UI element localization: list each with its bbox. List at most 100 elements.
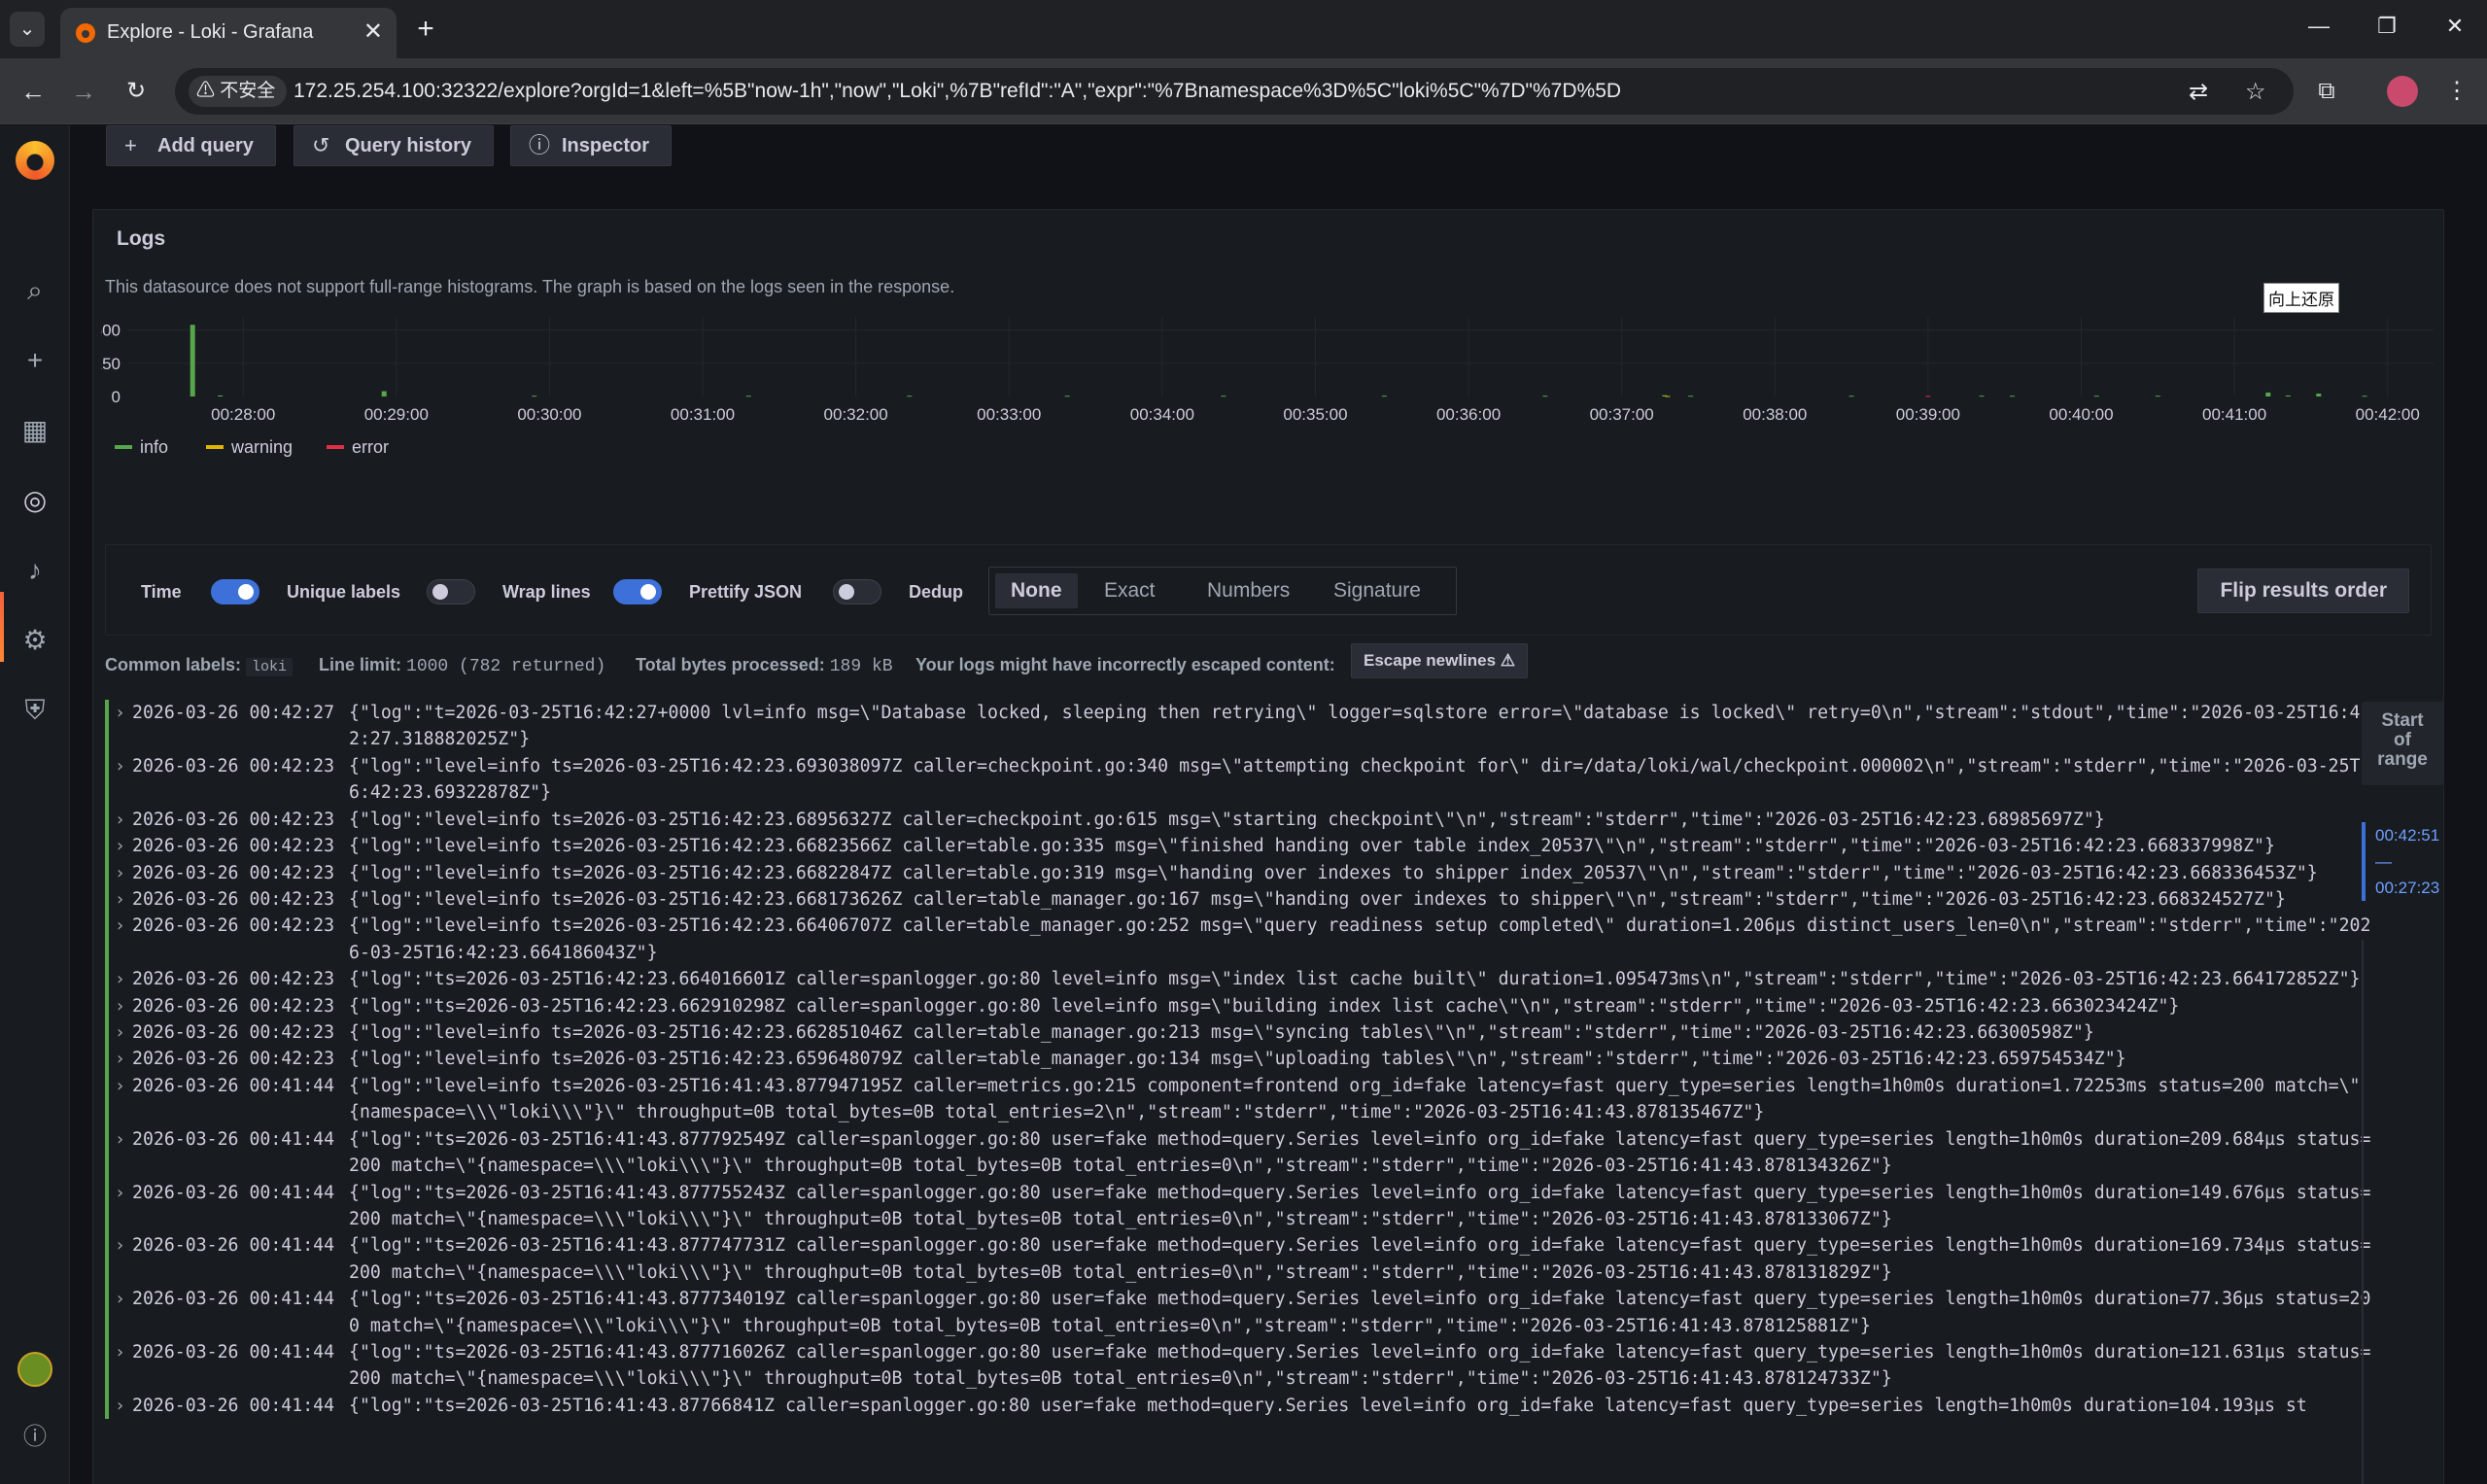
dedup-none[interactable]: None: [995, 573, 1078, 608]
histogram-bar-info: [2010, 396, 2016, 397]
user-avatar[interactable]: [17, 1352, 52, 1387]
histogram-bar-info: [2155, 396, 2160, 397]
expand-chevron-icon[interactable]: ›: [115, 1019, 125, 1046]
search-icon[interactable]: ⌕: [16, 271, 54, 310]
log-row[interactable]: › 2026-03-26 00:42:23 {"log":"level=info t…: [105, 1019, 2379, 1047]
expand-chevron-icon[interactable]: ›: [115, 700, 125, 726]
reload-button[interactable]: ↻: [119, 74, 154, 109]
grafana-logo-icon[interactable]: [16, 141, 54, 180]
log-row[interactable]: › 2026-03-26 00:42:23 {"log":"level=info t…: [105, 752, 2379, 807]
log-row[interactable]: › 2026-03-26 00:41:44 {"log":"ts=2026-03-2…: [105, 1232, 2379, 1287]
range-to: 00:27:23: [2375, 879, 2440, 897]
back-button[interactable]: ←: [16, 74, 51, 109]
wrap-lines-toggle[interactable]: [613, 579, 662, 604]
log-row[interactable]: › 2026-03-26 00:42:23 {"log":"level=info t…: [105, 833, 2379, 860]
info-icon: ⓘ: [529, 133, 551, 157]
prettify-json-toggle[interactable]: [833, 579, 881, 604]
log-line: {"log":"level=info ts=2026-03-25T16:42:2…: [349, 1022, 2094, 1044]
address-bar[interactable]: ⚠ 不安全 172.25.254.100:32322/explore?orgId…: [175, 68, 2294, 115]
explore-main: + Add query ↺ Query history ⓘ Inspector Log…: [71, 125, 2487, 1484]
create-plus-icon[interactable]: +: [16, 341, 54, 380]
extensions-icon[interactable]: ⧉: [2309, 74, 2344, 109]
help-icon[interactable]: ⓘ: [16, 1418, 54, 1457]
log-timestamp: 2026-03-26 00:42:27: [132, 703, 335, 723]
tab-search-button[interactable]: ⌄: [10, 12, 45, 47]
expand-chevron-icon[interactable]: ›: [115, 1232, 125, 1259]
expand-chevron-icon[interactable]: ›: [115, 1073, 125, 1099]
total-bytes-value: 189 kB: [829, 657, 893, 676]
configuration-gear-icon[interactable]: ⚙: [16, 621, 54, 660]
browser-tab-active[interactable]: Explore - Loki - Grafana ✕: [60, 8, 397, 58]
expand-chevron-icon[interactable]: ›: [115, 1180, 125, 1206]
log-row[interactable]: › 2026-03-26 00:41:44 {"log":"ts=2026-03-2…: [105, 1286, 2379, 1339]
browser-menu-icon[interactable]: ⋮: [2439, 74, 2474, 109]
log-row[interactable]: › 2026-03-26 00:41:44 {"log":"ts=2026-03-2…: [105, 1179, 2379, 1233]
grafana-sidebar: ⌕ + ▦ ◎ ♪ ⚙ ⛨ ⓘ: [0, 125, 70, 1484]
dedup-numbers[interactable]: Numbers: [1192, 573, 1305, 608]
log-row[interactable]: › 2026-03-26 00:41:44 {"log":"ts=2026-03-2…: [105, 1125, 2379, 1180]
translate-icon[interactable]: ⇄: [2189, 78, 2208, 106]
expand-chevron-icon[interactable]: ›: [115, 753, 125, 779]
alerting-bell-icon[interactable]: ♪: [16, 551, 54, 590]
query-history-button[interactable]: ↺ Query history: [294, 125, 495, 166]
browser-profile-avatar[interactable]: [2387, 76, 2418, 107]
log-row[interactable]: › 2026-03-26 00:42:23 {"log":"level=info t…: [105, 1046, 2379, 1073]
dedup-selector: None Exact Numbers Signature: [988, 567, 1457, 615]
window-close-button[interactable]: ✕: [2435, 14, 2474, 39]
window-minimize-button[interactable]: —: [2299, 14, 2338, 39]
expand-chevron-icon[interactable]: ›: [115, 807, 125, 833]
add-query-button[interactable]: + Add query: [106, 125, 276, 166]
tab-close-icon[interactable]: ✕: [363, 17, 383, 46]
log-row[interactable]: › 2026-03-26 00:41:44 {"log":"ts=2026-03-2…: [105, 1392, 2379, 1420]
toggle-knob: [640, 584, 656, 600]
expand-chevron-icon[interactable]: ›: [115, 1046, 125, 1072]
dedup-signature[interactable]: Signature: [1318, 573, 1436, 608]
start-of-range-button[interactable]: Start of range: [2362, 702, 2443, 785]
log-row[interactable]: › 2026-03-26 00:42:23 {"log":"ts=2026-03-2…: [105, 992, 2379, 1020]
common-labels: Common labels: loki: [105, 655, 294, 676]
log-row[interactable]: › 2026-03-26 00:41:44 {"log":"level=info t…: [105, 1072, 2379, 1126]
time-toggle[interactable]: [211, 579, 259, 604]
log-row[interactable]: › 2026-03-26 00:42:23 {"log":"level=info t…: [105, 885, 2379, 914]
expand-chevron-icon[interactable]: ›: [115, 1393, 125, 1419]
escape-newlines-button[interactable]: Escape newlines ⚠: [1351, 643, 1529, 678]
unique-labels-toggle[interactable]: [427, 579, 475, 604]
log-line: {"log":"t=2026-03-25T16:42:27+0000 lvl=i…: [349, 703, 2361, 750]
window-restore-button[interactable]: ❐: [2367, 14, 2406, 39]
x-tick-label: 00:30:00: [517, 405, 581, 424]
expand-chevron-icon[interactable]: ›: [115, 1286, 125, 1312]
line-limit-label: Line limit:: [319, 655, 401, 674]
log-row[interactable]: › 2026-03-26 00:42:23 {"log":"level=info t…: [105, 913, 2379, 967]
expand-chevron-icon[interactable]: ›: [115, 966, 125, 992]
histogram-bar-info: [218, 395, 224, 397]
expand-chevron-icon[interactable]: ›: [115, 886, 125, 913]
expand-chevron-icon[interactable]: ›: [115, 833, 125, 859]
log-row[interactable]: › 2026-03-26 00:42:27 {"log":"t=2026-03-25…: [105, 700, 2379, 753]
flip-results-order-button[interactable]: Flip results order: [2197, 569, 2409, 613]
forward-button[interactable]: →: [66, 74, 101, 109]
dedup-exact[interactable]: Exact: [1088, 573, 1171, 608]
sidebar-active-indicator: [0, 592, 4, 662]
new-tab-button[interactable]: +: [408, 12, 443, 47]
expand-chevron-icon[interactable]: ›: [115, 1339, 125, 1365]
explore-compass-icon[interactable]: ◎: [16, 481, 54, 520]
inspector-button[interactable]: ⓘ Inspector: [510, 125, 673, 166]
expand-chevron-icon[interactable]: ›: [115, 860, 125, 886]
log-row[interactable]: › 2026-03-26 00:41:44 {"log":"ts=2026-03-2…: [105, 1339, 2379, 1393]
log-row[interactable]: › 2026-03-26 00:42:23 {"log":"ts=2026-03-2…: [105, 966, 2379, 993]
range-page[interactable]: 00:42:51 — 00:27:23: [2362, 822, 2443, 901]
security-chip[interactable]: ⚠ 不安全: [189, 76, 288, 107]
bookmark-star-icon[interactable]: ☆: [2245, 78, 2266, 106]
warning-triangle-icon: ⚠: [1500, 651, 1516, 670]
log-timestamp: 2026-03-26 00:42:23: [132, 836, 335, 857]
log-row[interactable]: › 2026-03-26 00:42:23 {"log":"level=info t…: [105, 859, 2379, 886]
expand-chevron-icon[interactable]: ›: [115, 913, 125, 939]
server-admin-shield-icon[interactable]: ⛨: [16, 691, 54, 730]
plus-icon: +: [124, 133, 137, 157]
log-row[interactable]: › 2026-03-26 00:42:23 {"log":"level=info t…: [105, 806, 2379, 834]
dashboards-grid-icon[interactable]: ▦: [16, 411, 54, 450]
log-timestamp: 2026-03-26 00:42:23: [132, 1049, 335, 1070]
expand-chevron-icon[interactable]: ›: [115, 993, 125, 1019]
url-text[interactable]: 172.25.254.100:32322/explore?orgId=1&lef…: [294, 80, 1621, 103]
expand-chevron-icon[interactable]: ›: [115, 1126, 125, 1153]
